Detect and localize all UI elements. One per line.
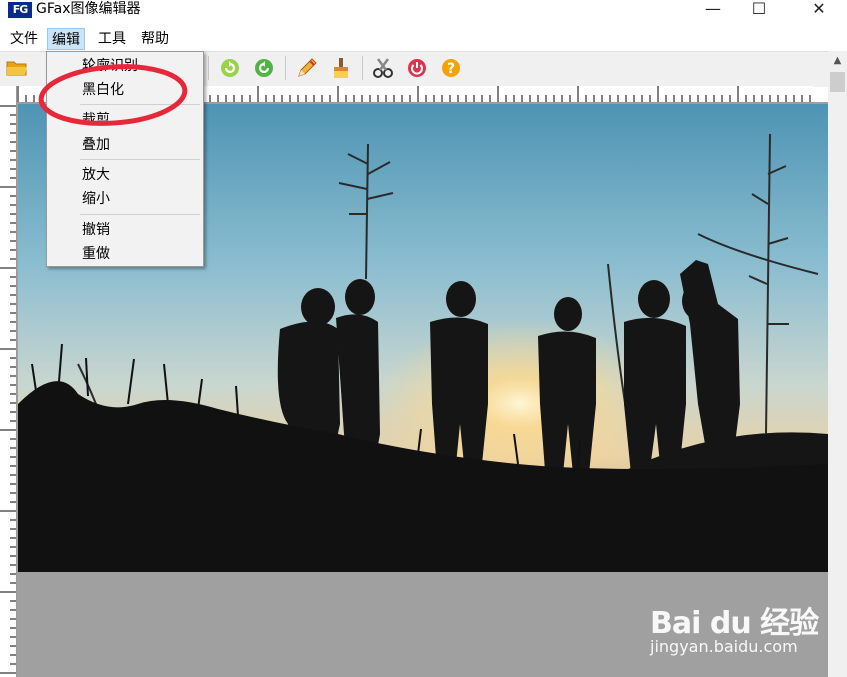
menu-item-redo[interactable]: 重做 [82, 244, 110, 264]
toolbar-separator [285, 56, 286, 80]
rotate-left-icon[interactable] [220, 58, 240, 78]
power-icon[interactable] [407, 58, 427, 78]
scrollbar-thumb[interactable] [830, 72, 845, 92]
baidu-watermark-url: jingyan.baidu.com [650, 637, 798, 656]
open-folder-icon[interactable] [6, 59, 28, 76]
rotate-right-icon[interactable] [254, 58, 274, 78]
svg-text:?: ? [447, 61, 455, 77]
help-icon[interactable]: ? [441, 58, 461, 78]
toolbar-separator [208, 56, 209, 80]
vertical-ruler [0, 86, 17, 677]
pencil-icon[interactable] [296, 57, 318, 79]
annotation-circle [38, 64, 188, 126]
menu-separator [80, 159, 200, 160]
menu-separator [80, 214, 200, 215]
menu-item-overlay[interactable]: 叠加 [82, 135, 110, 155]
menu-item-zoom-in[interactable]: 放大 [82, 165, 110, 185]
menu-help[interactable]: 帮助 [137, 28, 173, 50]
menu-item-undo[interactable]: 撤销 [82, 220, 110, 240]
menu-item-zoom-out[interactable]: 缩小 [82, 189, 110, 209]
scroll-up-arrow-icon[interactable]: ▲ [828, 52, 847, 70]
close-button[interactable]: ✕ [796, 0, 842, 22]
app-icon: FG [8, 2, 32, 18]
menu-file[interactable]: 文件 [6, 28, 42, 50]
toolbar-separator [362, 56, 363, 80]
minimize-button[interactable]: — [690, 0, 736, 22]
maximize-button[interactable]: ☐ [736, 0, 782, 22]
scissors-icon[interactable] [372, 57, 394, 79]
menu-tools[interactable]: 工具 [94, 28, 130, 50]
window-title: GFax图像编辑器 [36, 1, 141, 17]
brush-icon[interactable] [330, 57, 352, 79]
vertical-scrollbar[interactable] [828, 51, 847, 677]
baidu-watermark-logo: Bai du 经验 [650, 606, 819, 641]
menu-edit[interactable]: 编辑 [47, 28, 85, 50]
